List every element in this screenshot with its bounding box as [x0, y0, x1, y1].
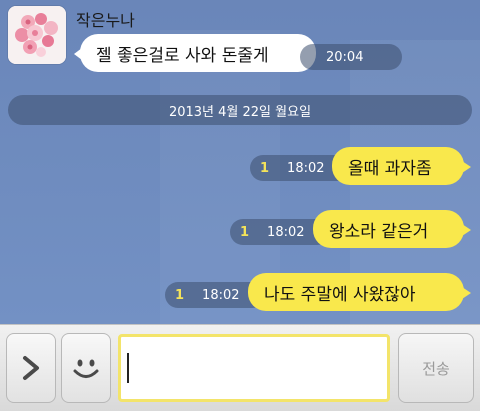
sender-name: 작은누나: [76, 11, 135, 30]
send-button-label: 전송: [422, 359, 450, 378]
flower-avatar-icon: [8, 6, 66, 64]
message-text: 올때 과자좀: [348, 158, 432, 179]
message-meta: 20:04: [300, 44, 402, 70]
outgoing-message-bubble[interactable]: 왕소라 같은거: [313, 210, 471, 248]
text-cursor: [127, 353, 129, 383]
expand-menu-button[interactable]: [6, 333, 56, 403]
message-text: 왕소라 같은거: [329, 221, 429, 242]
date-divider: 2013년 4월 22일 월요일: [8, 95, 472, 125]
unread-count: 1: [175, 287, 185, 303]
chat-area[interactable]: 작은누나 젤 좋은걸로 사와 돈줄게 20:04 2013년 4월 22일 월요…: [0, 0, 480, 324]
message-time: 20:04: [326, 49, 364, 65]
message-text: 젤 좋은걸로 사와 돈줄게: [96, 45, 269, 66]
unread-count: 1: [240, 224, 250, 240]
message-input[interactable]: [118, 334, 390, 402]
message-time: 18:02: [287, 160, 325, 176]
chevron-right-icon: [23, 356, 39, 380]
date-divider-text: 2013년 4월 22일 월요일: [168, 104, 312, 120]
smiley-icon: [73, 359, 99, 378]
emoticon-button[interactable]: [61, 333, 111, 403]
outgoing-message-bubble[interactable]: 나도 주말에 사왔잖아: [248, 273, 471, 311]
send-button[interactable]: 전송: [398, 333, 474, 403]
message-time: 18:02: [202, 287, 240, 303]
unread-count: 1: [260, 160, 270, 176]
message-input-bar: 전송: [0, 324, 480, 411]
message-text: 나도 주말에 사왔잖아: [264, 284, 416, 305]
avatar[interactable]: [8, 6, 66, 64]
incoming-message-bubble[interactable]: 젤 좋은걸로 사와 돈줄게: [74, 34, 316, 72]
outgoing-message-bubble[interactable]: 올때 과자좀: [332, 147, 471, 185]
message-time: 18:02: [267, 224, 305, 240]
